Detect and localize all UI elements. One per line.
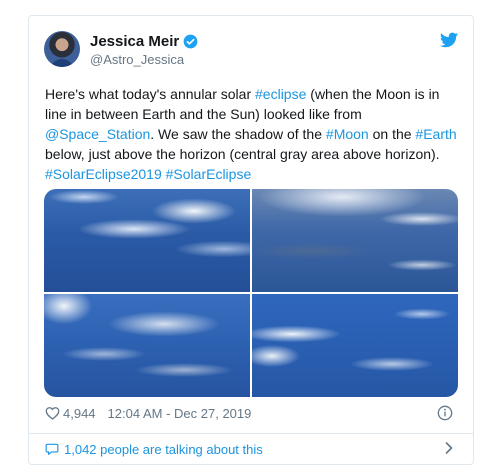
author-name[interactable]: Jessica Meir bbox=[90, 33, 179, 50]
conversation-count-text[interactable]: 1,042 people are talking about this bbox=[64, 442, 263, 457]
hashtag-link-solareclipse[interactable]: #SolarEclipse bbox=[166, 166, 252, 182]
hashtag-link-moon[interactable]: #Moon bbox=[326, 126, 369, 142]
author-name-row[interactable]: Jessica Meir bbox=[90, 33, 198, 50]
speech-bubble-icon bbox=[45, 443, 59, 455]
author-handle[interactable]: @Astro_Jessica bbox=[90, 52, 184, 67]
like-count[interactable]: 4,944 bbox=[63, 406, 96, 421]
conversation-link[interactable]: 1,042 people are talking about this bbox=[45, 439, 457, 459]
photo-2[interactable] bbox=[252, 189, 458, 292]
tweet-text-segment: . We saw the shadow of the bbox=[150, 126, 326, 142]
tweet-timestamp[interactable]: 12:04 AM - Dec 27, 2019 bbox=[108, 406, 252, 421]
photo-1[interactable] bbox=[44, 189, 250, 292]
footer-divider bbox=[29, 433, 473, 434]
tweet-card[interactable]: Jessica Meir @Astro_Jessica Here's what … bbox=[28, 15, 474, 465]
tweet-text: Here's what today's annular solar #eclip… bbox=[45, 84, 459, 184]
photo-3[interactable] bbox=[44, 294, 250, 397]
info-circle-icon[interactable] bbox=[437, 405, 453, 421]
mention-link-space-station[interactable]: @Space_Station bbox=[45, 126, 150, 142]
tweet-meta: 4,944 12:04 AM - Dec 27, 2019 bbox=[45, 403, 251, 423]
tweet-header: Jessica Meir @Astro_Jessica bbox=[44, 30, 458, 70]
hashtag-link-solareclipse2019[interactable]: #SolarEclipse2019 bbox=[45, 166, 162, 182]
avatar[interactable] bbox=[44, 31, 80, 67]
verified-badge-icon bbox=[183, 34, 198, 49]
photo-4[interactable] bbox=[252, 294, 458, 397]
photo-grid bbox=[44, 189, 458, 397]
chevron-right-icon[interactable] bbox=[445, 442, 453, 454]
hashtag-link-earth[interactable]: #Earth bbox=[415, 126, 456, 142]
twitter-bird-icon[interactable] bbox=[440, 32, 458, 48]
tweet-text-segment: on the bbox=[368, 126, 416, 142]
hashtag-link-eclipse[interactable]: #eclipse bbox=[255, 86, 306, 102]
heart-outline-icon[interactable] bbox=[45, 406, 60, 420]
tweet-text-segment: Here's what today's annular solar bbox=[45, 86, 256, 102]
tweet-text-segment: below, just above the horizon (central g… bbox=[45, 146, 440, 162]
